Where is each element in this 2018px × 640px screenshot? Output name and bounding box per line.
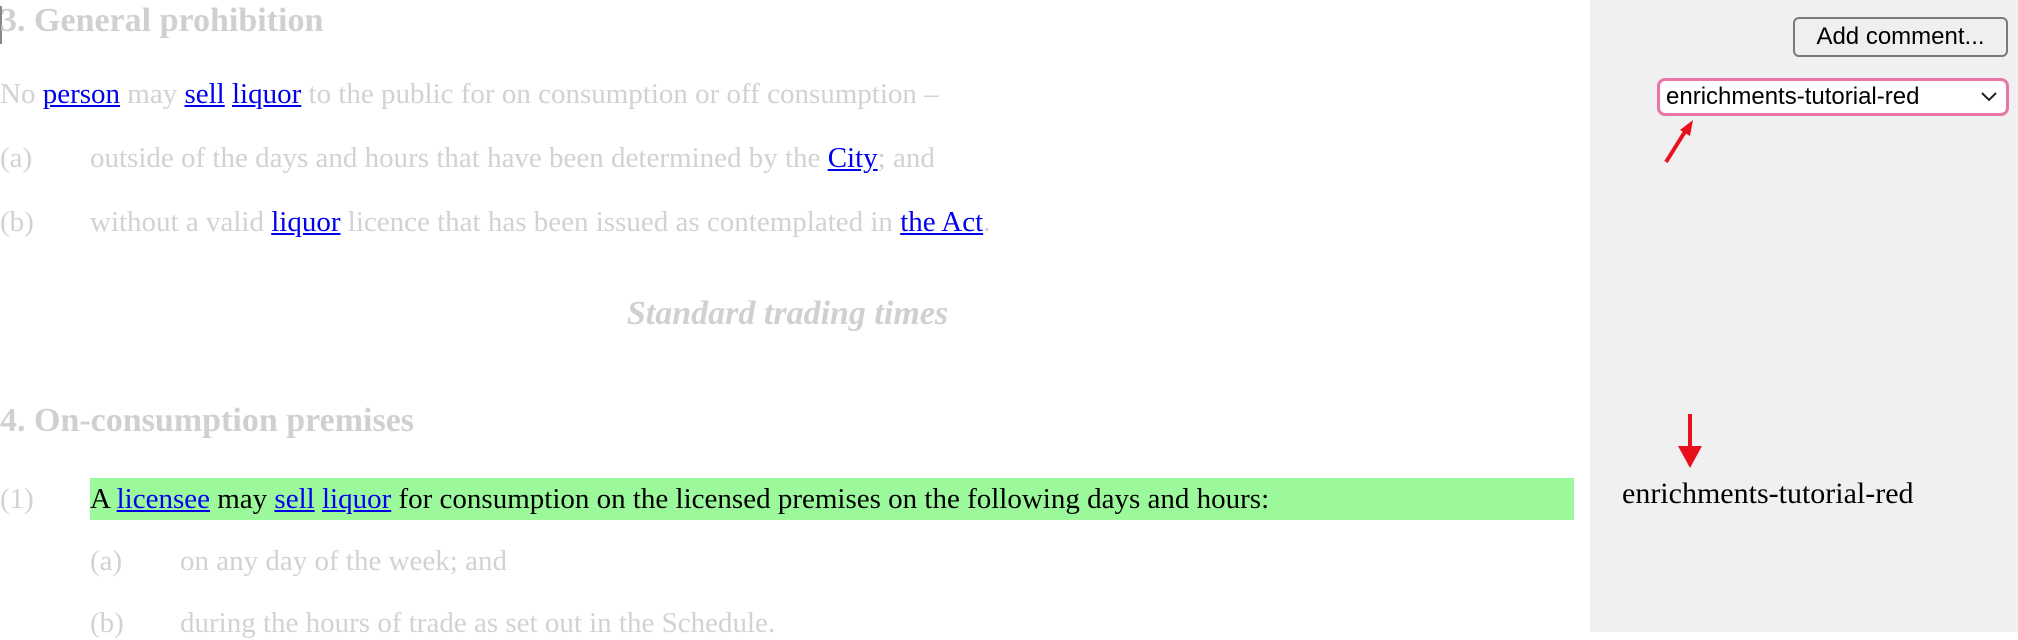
intro-word: may (127, 78, 178, 110)
list-item-text-part: outside of the days and hours that have … (90, 142, 821, 174)
enrichment-select-value: enrichments-tutorial-red (1666, 83, 1920, 110)
section-3-intro: No person may sell liquor to the public … (0, 78, 939, 111)
sub-list-item-text: on any day of the week; and (180, 545, 507, 577)
list-item-text: without a valid liquor licence that has … (90, 206, 990, 239)
para-word: A (90, 483, 110, 515)
sub-list-item-number: (b) (90, 607, 124, 639)
list-item-number: (a) (0, 142, 33, 174)
annotation-arrow-icon (1678, 414, 1702, 468)
list-item-text-part: licence that has been issued as contempl… (347, 206, 893, 238)
term-link-the-act[interactable]: the Act (900, 206, 983, 238)
intro-word: to the public for on consumption or off … (308, 78, 939, 110)
term-link-liquor[interactable]: liquor (322, 483, 391, 515)
para-word: for consumption on the licensed premises… (398, 483, 1270, 515)
enrichment-select[interactable]: enrichments-tutorial-red (1657, 78, 2009, 116)
list-item-text-part: without a valid (90, 206, 264, 238)
paragraph-number-label: (1) (0, 483, 34, 515)
annotation-arrow-icon (1664, 120, 1693, 164)
add-comment-button[interactable]: Add comment... (1793, 17, 2008, 57)
para-word: may (217, 483, 268, 515)
intro-word: No (0, 78, 36, 110)
list-item-text-part: . (983, 206, 991, 238)
term-link-licensee[interactable]: licensee (117, 483, 210, 515)
standard-trading-times-title: Standard trading times (626, 295, 949, 332)
section-3-heading: 3. General prohibition (0, 2, 324, 39)
document-pane: 3. General prohibition No person may sel… (0, 0, 1590, 639)
list-item-number: (b) (0, 206, 34, 238)
sub-list-item-text: during the hours of trade as set out in … (180, 607, 776, 639)
term-link-liquor[interactable]: liquor (271, 206, 340, 238)
highlighted-paragraph[interactable]: A licensee may sell liquor for consumpti… (90, 478, 1574, 520)
section-4-heading: 4. On-consumption premises (0, 402, 415, 439)
list-item-text-part: ; and (877, 142, 935, 174)
enrichment-tag-label: enrichments-tutorial-red (1622, 477, 1914, 510)
sub-list-item-number: (a) (90, 545, 123, 577)
term-link-city[interactable]: City (828, 142, 878, 174)
term-link-person[interactable]: person (43, 78, 120, 110)
term-link-liquor[interactable]: liquor (232, 78, 301, 110)
list-item-text: outside of the days and hours that have … (90, 142, 935, 175)
term-link-sell[interactable]: sell (274, 483, 314, 515)
term-link-sell[interactable]: sell (184, 78, 224, 110)
chevron-down-icon (1980, 81, 1998, 123)
